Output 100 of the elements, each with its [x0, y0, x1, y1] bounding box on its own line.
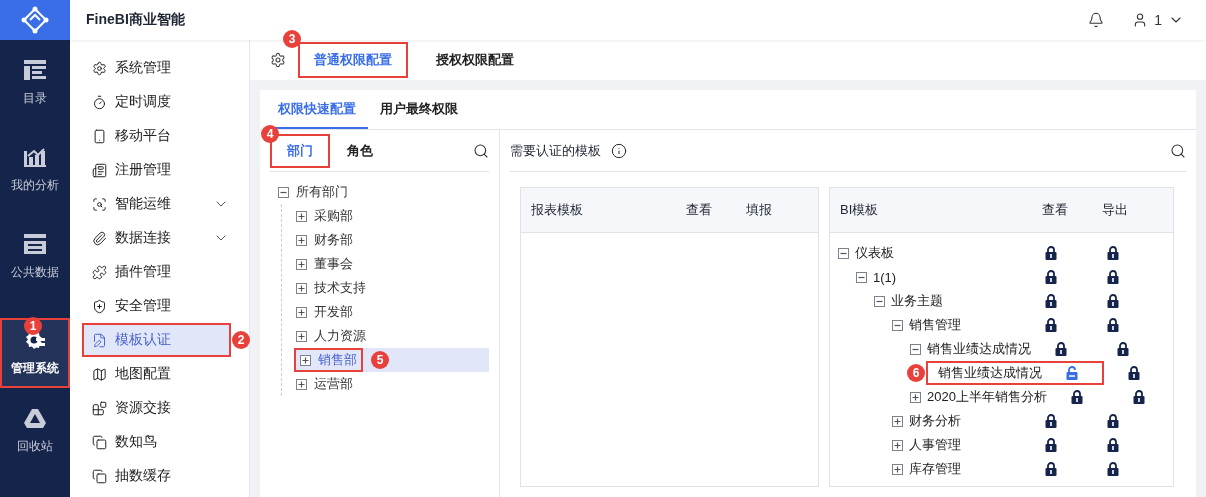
- tree-item[interactable]: 人力资源: [294, 324, 489, 348]
- menu-item[interactable]: 注册管理: [82, 153, 231, 187]
- tree-item[interactable]: 人事管理: [892, 436, 1021, 454]
- tree-item[interactable]: 财务部: [294, 228, 489, 252]
- settings-icon[interactable]: [270, 52, 286, 68]
- expand-toggle[interactable]: [296, 258, 307, 270]
- expand-toggle[interactable]: [296, 282, 307, 294]
- tree-item[interactable]: 销售管理: [892, 316, 1021, 334]
- form-icon: [92, 162, 107, 178]
- collapse-toggle[interactable]: [910, 343, 921, 355]
- menu-item[interactable]: 资源交接: [82, 391, 231, 425]
- column-header: BI模板: [840, 201, 880, 219]
- menu-item[interactable]: 数知鸟: [82, 425, 231, 459]
- locked-icon[interactable]: [1132, 390, 1145, 404]
- menu-item[interactable]: 数据连接: [82, 221, 231, 255]
- tree-item[interactable]: 销售部 5: [294, 348, 489, 372]
- tab[interactable]: 授权权限配置: [420, 42, 530, 78]
- expand-toggle[interactable]: [892, 439, 903, 451]
- expand-toggle[interactable]: [892, 415, 903, 427]
- locked-icon[interactable]: [1045, 270, 1057, 284]
- search-icon[interactable]: [473, 142, 489, 159]
- expand-toggle[interactable]: [296, 234, 307, 246]
- search-icon[interactable]: [1170, 142, 1186, 159]
- locked-icon[interactable]: [1107, 270, 1119, 284]
- menu-item[interactable]: 移动平台: [82, 119, 231, 153]
- tree-label: 采购部: [314, 207, 353, 225]
- locked-icon[interactable]: [1045, 414, 1057, 428]
- info-icon[interactable]: [611, 142, 627, 159]
- locked-icon[interactable]: [1107, 318, 1119, 332]
- menu-item[interactable]: 插件管理: [82, 255, 231, 289]
- collapse-toggle[interactable]: [892, 319, 903, 331]
- chart-icon: [24, 147, 46, 167]
- column-header: 报表模板: [531, 201, 584, 219]
- locked-icon[interactable]: [1107, 246, 1119, 260]
- locked-icon[interactable]: [1107, 462, 1119, 476]
- menu-item[interactable]: 定时调度: [82, 85, 231, 119]
- phone-icon: [92, 128, 107, 144]
- tab[interactable]: 用户最终权限: [368, 90, 470, 129]
- tree-label: 运营部: [314, 375, 353, 393]
- collapse-toggle[interactable]: [278, 186, 289, 198]
- collapse-toggle[interactable]: [838, 247, 849, 259]
- tree-item[interactable]: 2020上半年销售分析: [910, 388, 1047, 406]
- locked-icon[interactable]: [1045, 438, 1057, 452]
- expand-toggle[interactable]: [892, 463, 903, 475]
- locked-icon[interactable]: [1107, 294, 1119, 308]
- locked-icon[interactable]: [1128, 366, 1140, 380]
- copy-icon: [92, 434, 107, 450]
- column-header: 查看: [686, 201, 713, 219]
- nav-item[interactable]: 我的分析: [0, 127, 70, 214]
- locked-icon[interactable]: [1070, 390, 1083, 404]
- callout-badge: 6: [907, 364, 925, 382]
- locked-icon[interactable]: [1055, 342, 1067, 356]
- expand-toggle[interactable]: [296, 306, 307, 318]
- locked-icon[interactable]: [1045, 462, 1057, 476]
- tree-item[interactable]: 董事会: [294, 252, 489, 276]
- bell-icon[interactable]: [1088, 12, 1105, 28]
- menu-item[interactable]: 模板认证: [82, 323, 231, 357]
- tree-item[interactable]: 销售业绩达成情况: [928, 364, 1042, 382]
- tree-item[interactable]: 销售业绩达成情况: [910, 340, 1031, 358]
- nav-item[interactable]: 回收站: [0, 388, 70, 475]
- tab[interactable]: 角色: [330, 133, 390, 168]
- locked-icon[interactable]: [1107, 414, 1119, 428]
- tree-item[interactable]: 1(1): [856, 269, 1021, 285]
- section-title: 需要认证的模板: [510, 141, 601, 160]
- user-menu[interactable]: 1: [1132, 12, 1184, 28]
- expand-toggle[interactable]: [296, 210, 307, 222]
- nav-item[interactable]: 目录: [0, 40, 70, 127]
- expand-toggle[interactable]: [300, 354, 311, 366]
- database-icon: [24, 234, 46, 254]
- paperclip-icon: [92, 230, 107, 246]
- tree-item[interactable]: 仪表板: [838, 244, 1021, 262]
- menu-item[interactable]: 系统管理: [82, 51, 231, 85]
- locked-icon[interactable]: [1117, 342, 1129, 356]
- expand-toggle[interactable]: [910, 391, 921, 403]
- menu-item[interactable]: 智能运维: [82, 187, 231, 221]
- locked-icon[interactable]: [1045, 318, 1057, 332]
- locked-icon[interactable]: [1045, 246, 1057, 260]
- tree-item[interactable]: 财务分析: [892, 412, 1021, 430]
- tree-item[interactable]: 技术支持: [294, 276, 489, 300]
- collapse-toggle[interactable]: [856, 271, 867, 283]
- shield-icon: [92, 298, 107, 314]
- nav-item[interactable]: 公共数据: [0, 214, 70, 301]
- tree-item[interactable]: 业务主题: [874, 292, 1021, 310]
- tree-item[interactable]: 开发部: [294, 300, 489, 324]
- menu-item[interactable]: 安全管理: [82, 289, 231, 323]
- expand-toggle[interactable]: [296, 330, 307, 342]
- collapse-toggle[interactable]: [874, 295, 885, 307]
- expand-toggle[interactable]: [296, 378, 307, 390]
- logo-icon[interactable]: [0, 0, 70, 40]
- tree-label: 董事会: [314, 255, 353, 273]
- tree-item[interactable]: 运营部: [294, 372, 489, 396]
- menu-item[interactable]: 抽数缓存: [82, 459, 231, 493]
- unlocked-icon[interactable]: [1066, 366, 1078, 380]
- tree-item[interactable]: 库存管理: [892, 460, 1021, 478]
- tab[interactable]: 普通权限配置: [298, 42, 408, 78]
- tree-item[interactable]: 所有部门: [276, 180, 489, 204]
- locked-icon[interactable]: [1045, 294, 1057, 308]
- tree-item[interactable]: 采购部: [294, 204, 489, 228]
- locked-icon[interactable]: [1107, 438, 1119, 452]
- menu-item[interactable]: 地图配置: [82, 357, 231, 391]
